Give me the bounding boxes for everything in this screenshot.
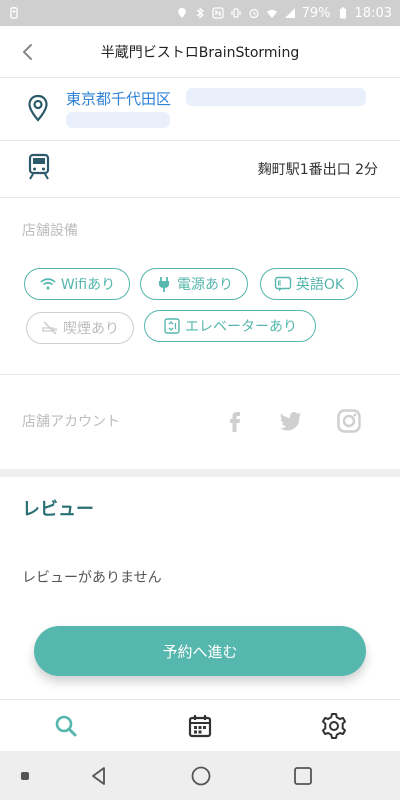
nav-dot-icon (21, 772, 29, 780)
battery-percent: 79% (301, 5, 331, 21)
facility-chip-wifi: Wifiあり (24, 268, 130, 300)
wifi-icon (40, 278, 56, 290)
battery-saver-icon (10, 7, 18, 19)
calendar-icon[interactable] (186, 712, 214, 740)
facility-chip-english: 英語OK (260, 268, 358, 300)
reserve-button[interactable]: 予約へ進む (34, 626, 366, 676)
system-nav-bar (0, 751, 400, 800)
facility-chip-smoking: 喫煙あり (26, 312, 134, 344)
address-link[interactable]: 東京都千代田区 (66, 88, 171, 109)
location-icon (177, 8, 186, 18)
facilities-label: 店舗設備 (22, 223, 78, 239)
address-blur-1 (186, 88, 366, 106)
battery-icon (339, 7, 346, 19)
bluetooth-icon (196, 7, 204, 19)
facility-label: 電源あり (177, 277, 233, 293)
map-pin-icon (28, 94, 48, 122)
station-access: 麹町駅1番出口 2分 (257, 162, 378, 178)
settings-icon[interactable] (320, 712, 348, 740)
nav-recents-icon[interactable] (292, 765, 314, 787)
train-icon (28, 153, 50, 180)
wifi-status-icon (266, 9, 277, 18)
signal-icon (284, 8, 295, 18)
section-gap (0, 469, 400, 477)
nfc-icon (211, 7, 224, 19)
bottom-tab-bar (0, 699, 400, 751)
search-icon[interactable] (52, 712, 80, 740)
facebook-icon[interactable] (222, 408, 248, 434)
power-plug-icon (159, 277, 169, 292)
back-arrow-icon[interactable] (16, 40, 40, 64)
page-title: 半蔵門ビストロBrainStorming (100, 44, 300, 61)
store-account-label: 店舗アカウント (22, 414, 120, 430)
facility-label: Wifiあり (60, 277, 116, 293)
address-blur-2 (66, 112, 170, 128)
alarm-icon (249, 8, 259, 19)
store-account-section: 店舗アカウント (0, 375, 400, 469)
nav-home-icon[interactable] (190, 765, 212, 787)
elevator-icon (164, 318, 180, 334)
station-row: 麹町駅1番出口 2分 (0, 141, 400, 197)
facility-label: エレベーターあり (185, 319, 297, 335)
review-empty-text: レビューがありません (22, 570, 162, 586)
facility-label: 英語OK (295, 277, 345, 293)
english-chat-icon (274, 276, 292, 292)
facility-chip-elevator: エレベーターあり (144, 310, 316, 342)
status-bar: 79% 18:03 (0, 0, 400, 26)
twitter-icon[interactable] (278, 408, 304, 434)
app-bar: 半蔵門ビストロBrainStorming (0, 26, 400, 78)
facility-label: 喫煙あり (63, 321, 119, 337)
smoking-icon (42, 321, 57, 335)
facility-chip-power: 電源あり (140, 268, 248, 300)
vibrate-icon (231, 8, 241, 18)
nav-back-icon[interactable] (88, 765, 110, 787)
facilities-section: 店舗設備 Wifiあり 電源あり 英語OK 喫煙あり エレベーターあり (0, 198, 400, 374)
instagram-icon[interactable] (336, 408, 362, 434)
review-title: レビュー (22, 499, 94, 520)
address-row[interactable]: 東京都千代田区 (0, 78, 400, 140)
status-time: 18:03 (354, 5, 392, 21)
